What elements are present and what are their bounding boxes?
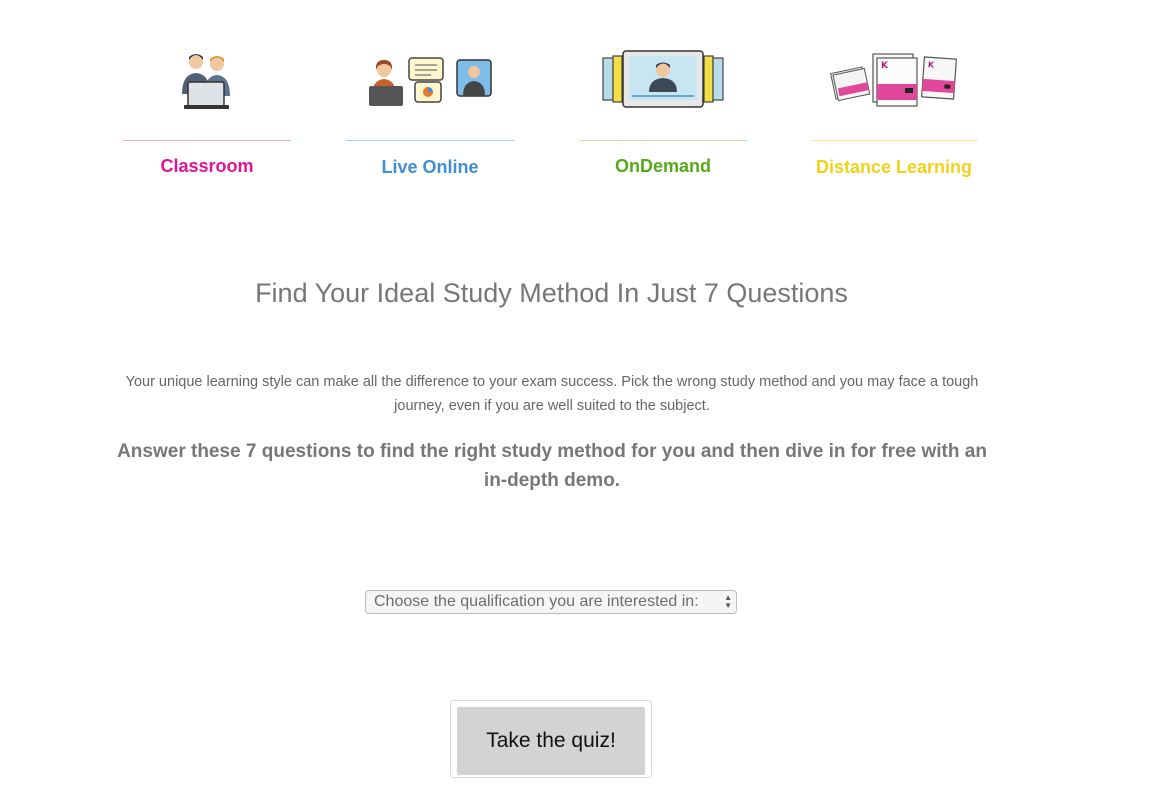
qualification-select[interactable]: Choose the qualification you are interes… xyxy=(365,590,737,614)
svg-text:K: K xyxy=(881,61,889,71)
method-rule xyxy=(810,140,978,141)
method-rule xyxy=(579,140,747,141)
intro-text: Your unique learning style can make all … xyxy=(125,374,979,414)
classroom-icon xyxy=(182,54,230,109)
method-rule xyxy=(123,140,291,141)
study-methods: Classroom Live Online OnDemand K K Dista… xyxy=(0,0,1153,200)
ondemand-icon xyxy=(602,50,724,108)
qualification-select-value: Choose the qualification you are interes… xyxy=(374,593,699,610)
take-quiz-button[interactable]: Take the quiz! xyxy=(457,707,645,775)
method-label: OnDemand xyxy=(614,156,711,176)
distance-learning-icon: K K xyxy=(830,53,957,107)
page-title: Find Your Ideal Study Method In Just 7 Q… xyxy=(255,278,848,308)
method-label: Live Online xyxy=(381,157,479,177)
select-arrows-icon: ▲ ▼ xyxy=(724,593,732,610)
cta-text: Answer these 7 questions to find the rig… xyxy=(117,441,987,491)
method-label: Distance Learning xyxy=(815,157,973,177)
method-label: Classroom xyxy=(160,156,254,176)
method-rule xyxy=(346,140,514,141)
live-online-icon xyxy=(369,57,492,106)
quiz-button-frame: Take the quiz! xyxy=(450,700,652,778)
